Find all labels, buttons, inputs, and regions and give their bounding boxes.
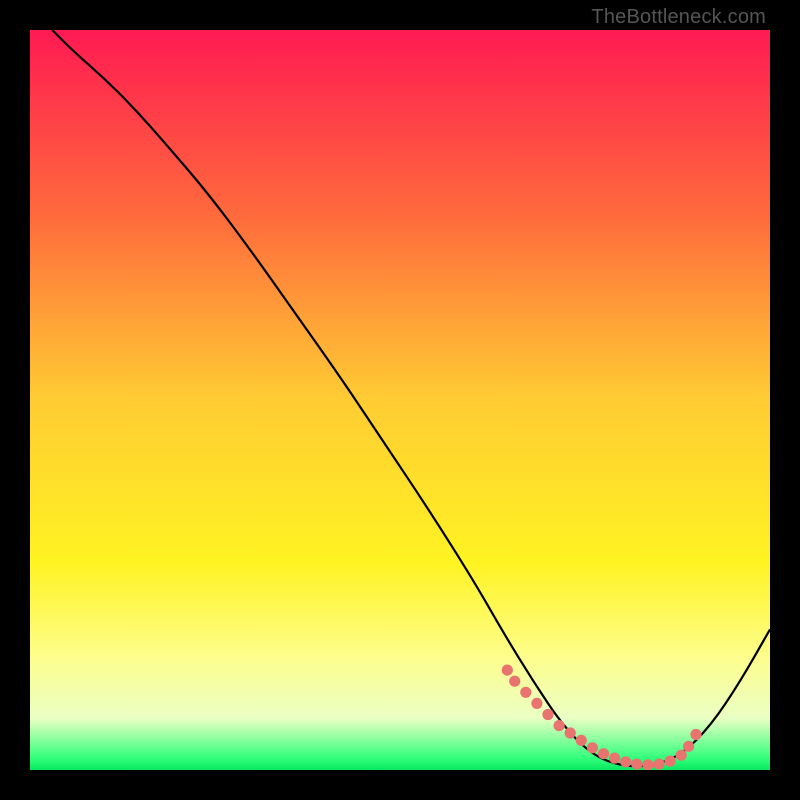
marker-dot: [520, 687, 531, 698]
marker-dot: [531, 698, 542, 709]
marker-dot: [598, 748, 609, 759]
marker-dot: [631, 758, 642, 769]
marker-dot: [565, 727, 576, 738]
marker-dot: [509, 676, 520, 687]
chart-frame: [30, 30, 770, 770]
marker-dot: [502, 665, 513, 676]
chart-svg: [30, 30, 770, 770]
marker-dot: [653, 758, 664, 769]
marker-dot: [676, 750, 687, 761]
marker-dot: [620, 756, 631, 767]
gradient-bg: [30, 30, 770, 770]
marker-dot: [587, 742, 598, 753]
marker-dot: [554, 720, 565, 731]
marker-dot: [609, 753, 620, 764]
marker-dot: [665, 756, 676, 767]
marker-dot: [576, 735, 587, 746]
marker-dot: [690, 729, 701, 740]
watermark-text: TheBottleneck.com: [591, 6, 766, 29]
marker-dot: [542, 709, 553, 720]
marker-dot: [683, 741, 694, 752]
marker-dot: [642, 759, 653, 770]
